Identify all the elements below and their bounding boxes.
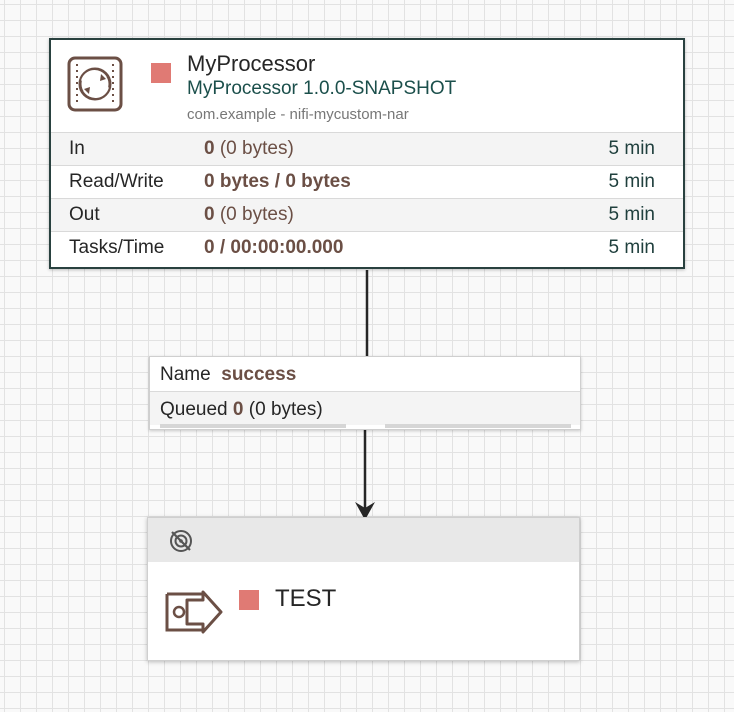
stopped-status-icon <box>151 63 171 83</box>
processor-component[interactable]: MyProcessor MyProcessor 1.0.0-SNAPSHOT c… <box>49 38 685 269</box>
processor-icon <box>67 56 123 112</box>
connection-name-row: Name success <box>150 357 580 391</box>
stopped-status-icon <box>239 590 259 610</box>
processor-type: MyProcessor 1.0.0-SNAPSHOT <box>187 78 457 99</box>
connection-queued-row: Queued 0 (0 bytes) <box>150 391 580 425</box>
processor-header: MyProcessor MyProcessor 1.0.0-SNAPSHOT c… <box>51 40 683 132</box>
stat-label: Tasks/Time <box>69 237 165 258</box>
processor-bundle: com.example - nifi-mycustom-nar <box>187 106 409 123</box>
stat-label: Read/Write <box>69 171 164 192</box>
stat-detail: (0 bytes) <box>219 204 294 225</box>
stat-value: 0 <box>204 204 215 225</box>
connection-queued-label: Queued <box>160 399 228 420</box>
output-port-name: TEST <box>275 585 337 612</box>
connection-queued-value: 0 <box>232 399 244 420</box>
connection-name-value: success <box>221 364 297 385</box>
stat-value: 0 bytes / 0 bytes <box>204 171 351 192</box>
stat-label: In <box>69 138 85 159</box>
output-port-icon <box>165 590 223 634</box>
stat-label: Out <box>69 204 100 225</box>
stat-row-in: In 0 (0 bytes) 5 min <box>51 132 683 165</box>
connection-queued-detail: (0 bytes) <box>248 399 323 420</box>
output-port-component[interactable]: TEST <box>147 517 580 661</box>
connection-name-label: Name <box>160 364 211 385</box>
stat-detail: (0 bytes) <box>219 138 294 159</box>
stat-value: 0 / 00:00:00.000 <box>204 237 344 258</box>
stat-window: 5 min <box>608 138 655 159</box>
output-port-header <box>148 518 579 562</box>
stat-row-tasks-time: Tasks/Time 0 / 00:00:00.000 5 min <box>51 231 683 267</box>
stat-window: 5 min <box>608 204 655 225</box>
processor-name: MyProcessor <box>187 51 316 76</box>
transmission-disabled-icon <box>170 530 192 552</box>
queue-bar-right <box>385 424 571 428</box>
stat-row-read-write: Read/Write 0 bytes / 0 bytes 5 min <box>51 165 683 198</box>
connection-label[interactable]: Name success Queued 0 (0 bytes) <box>149 356 581 430</box>
stat-window: 5 min <box>608 171 655 192</box>
stat-window: 5 min <box>608 237 655 258</box>
queue-bar-left <box>160 424 346 428</box>
stat-row-out: Out 0 (0 bytes) 5 min <box>51 198 683 231</box>
stat-value: 0 <box>204 138 215 159</box>
